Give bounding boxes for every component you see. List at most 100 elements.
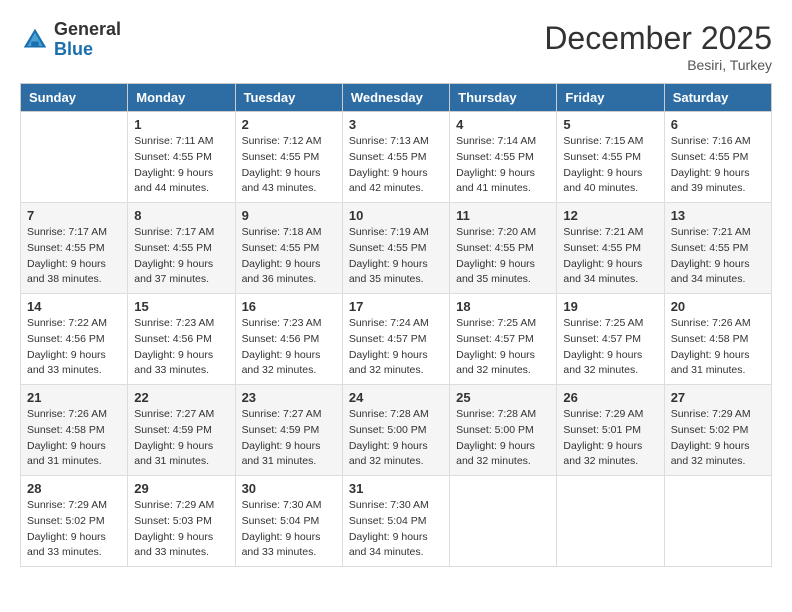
sunrise: Sunrise: 7:26 AM [27, 408, 107, 420]
daylight: Daylight: 9 hours and 33 minutes. [134, 531, 213, 559]
day-number: 26 [563, 390, 657, 405]
sunrise: Sunrise: 7:17 AM [134, 226, 214, 238]
day-info: Sunrise: 7:30 AM Sunset: 5:04 PM Dayligh… [349, 498, 443, 561]
day-number: 13 [671, 208, 765, 223]
sunset: Sunset: 4:55 PM [27, 242, 105, 254]
column-header-saturday: Saturday [664, 84, 771, 112]
sunset: Sunset: 4:56 PM [134, 333, 212, 345]
sunset: Sunset: 4:59 PM [242, 424, 320, 436]
day-info: Sunrise: 7:23 AM Sunset: 4:56 PM Dayligh… [242, 316, 336, 379]
daylight: Daylight: 9 hours and 42 minutes. [349, 167, 428, 195]
day-info: Sunrise: 7:29 AM Sunset: 5:03 PM Dayligh… [134, 498, 228, 561]
daylight: Daylight: 9 hours and 31 minutes. [671, 349, 750, 377]
day-number: 2 [242, 117, 336, 132]
sunset: Sunset: 4:55 PM [242, 151, 320, 163]
day-number: 19 [563, 299, 657, 314]
sunrise: Sunrise: 7:22 AM [27, 317, 107, 329]
calendar-cell: 13 Sunrise: 7:21 AM Sunset: 4:55 PM Dayl… [664, 203, 771, 294]
sunrise: Sunrise: 7:30 AM [242, 499, 322, 511]
sunrise: Sunrise: 7:23 AM [242, 317, 322, 329]
sunset: Sunset: 4:55 PM [456, 151, 534, 163]
day-info: Sunrise: 7:11 AM Sunset: 4:55 PM Dayligh… [134, 134, 228, 197]
calendar-cell: 16 Sunrise: 7:23 AM Sunset: 4:56 PM Dayl… [235, 294, 342, 385]
sunrise: Sunrise: 7:19 AM [349, 226, 429, 238]
logo-blue-text: Blue [54, 40, 121, 60]
day-info: Sunrise: 7:27 AM Sunset: 4:59 PM Dayligh… [134, 407, 228, 470]
sunrise: Sunrise: 7:29 AM [563, 408, 643, 420]
calendar-cell [21, 112, 128, 203]
sunset: Sunset: 4:55 PM [134, 242, 212, 254]
sunset: Sunset: 4:55 PM [349, 151, 427, 163]
page-header: General Blue December 2025 Besiri, Turke… [20, 20, 772, 73]
sunrise: Sunrise: 7:26 AM [671, 317, 751, 329]
day-info: Sunrise: 7:24 AM Sunset: 4:57 PM Dayligh… [349, 316, 443, 379]
day-number: 3 [349, 117, 443, 132]
title-block: December 2025 Besiri, Turkey [544, 20, 772, 73]
sunset: Sunset: 4:56 PM [242, 333, 320, 345]
sunset: Sunset: 5:00 PM [349, 424, 427, 436]
day-info: Sunrise: 7:17 AM Sunset: 4:55 PM Dayligh… [27, 225, 121, 288]
logo-icon [20, 25, 50, 55]
sunset: Sunset: 5:04 PM [349, 515, 427, 527]
sunrise: Sunrise: 7:29 AM [134, 499, 214, 511]
sunrise: Sunrise: 7:25 AM [456, 317, 536, 329]
calendar-cell: 28 Sunrise: 7:29 AM Sunset: 5:02 PM Dayl… [21, 476, 128, 567]
day-info: Sunrise: 7:23 AM Sunset: 4:56 PM Dayligh… [134, 316, 228, 379]
calendar-cell: 5 Sunrise: 7:15 AM Sunset: 4:55 PM Dayli… [557, 112, 664, 203]
day-info: Sunrise: 7:27 AM Sunset: 4:59 PM Dayligh… [242, 407, 336, 470]
sunset: Sunset: 4:55 PM [456, 242, 534, 254]
daylight: Daylight: 9 hours and 35 minutes. [349, 258, 428, 286]
sunset: Sunset: 4:57 PM [349, 333, 427, 345]
sunset: Sunset: 4:56 PM [27, 333, 105, 345]
column-header-thursday: Thursday [450, 84, 557, 112]
calendar-cell: 2 Sunrise: 7:12 AM Sunset: 4:55 PM Dayli… [235, 112, 342, 203]
location: Besiri, Turkey [544, 57, 772, 73]
sunset: Sunset: 4:55 PM [563, 151, 641, 163]
daylight: Daylight: 9 hours and 32 minutes. [456, 349, 535, 377]
calendar-cell: 4 Sunrise: 7:14 AM Sunset: 4:55 PM Dayli… [450, 112, 557, 203]
day-info: Sunrise: 7:28 AM Sunset: 5:00 PM Dayligh… [349, 407, 443, 470]
calendar-cell [557, 476, 664, 567]
daylight: Daylight: 9 hours and 31 minutes. [27, 440, 106, 468]
calendar-cell: 3 Sunrise: 7:13 AM Sunset: 4:55 PM Dayli… [342, 112, 449, 203]
day-number: 1 [134, 117, 228, 132]
daylight: Daylight: 9 hours and 32 minutes. [456, 440, 535, 468]
day-info: Sunrise: 7:30 AM Sunset: 5:04 PM Dayligh… [242, 498, 336, 561]
sunrise: Sunrise: 7:27 AM [242, 408, 322, 420]
column-header-sunday: Sunday [21, 84, 128, 112]
day-number: 15 [134, 299, 228, 314]
sunset: Sunset: 4:55 PM [671, 242, 749, 254]
sunrise: Sunrise: 7:27 AM [134, 408, 214, 420]
day-number: 24 [349, 390, 443, 405]
day-number: 5 [563, 117, 657, 132]
day-number: 17 [349, 299, 443, 314]
column-header-friday: Friday [557, 84, 664, 112]
sunrise: Sunrise: 7:28 AM [349, 408, 429, 420]
day-number: 20 [671, 299, 765, 314]
sunrise: Sunrise: 7:21 AM [563, 226, 643, 238]
day-number: 27 [671, 390, 765, 405]
calendar-cell: 12 Sunrise: 7:21 AM Sunset: 4:55 PM Dayl… [557, 203, 664, 294]
daylight: Daylight: 9 hours and 32 minutes. [563, 349, 642, 377]
day-number: 28 [27, 481, 121, 496]
day-number: 18 [456, 299, 550, 314]
calendar-cell: 9 Sunrise: 7:18 AM Sunset: 4:55 PM Dayli… [235, 203, 342, 294]
logo-general-text: General [54, 20, 121, 40]
day-number: 21 [27, 390, 121, 405]
sunrise: Sunrise: 7:30 AM [349, 499, 429, 511]
sunrise: Sunrise: 7:20 AM [456, 226, 536, 238]
calendar-cell: 21 Sunrise: 7:26 AM Sunset: 4:58 PM Dayl… [21, 385, 128, 476]
daylight: Daylight: 9 hours and 33 minutes. [242, 531, 321, 559]
daylight: Daylight: 9 hours and 41 minutes. [456, 167, 535, 195]
day-info: Sunrise: 7:19 AM Sunset: 4:55 PM Dayligh… [349, 225, 443, 288]
daylight: Daylight: 9 hours and 34 minutes. [563, 258, 642, 286]
day-number: 30 [242, 481, 336, 496]
daylight: Daylight: 9 hours and 32 minutes. [349, 349, 428, 377]
calendar-cell: 7 Sunrise: 7:17 AM Sunset: 4:55 PM Dayli… [21, 203, 128, 294]
day-info: Sunrise: 7:15 AM Sunset: 4:55 PM Dayligh… [563, 134, 657, 197]
daylight: Daylight: 9 hours and 34 minutes. [671, 258, 750, 286]
sunset: Sunset: 4:58 PM [671, 333, 749, 345]
sunrise: Sunrise: 7:29 AM [27, 499, 107, 511]
daylight: Daylight: 9 hours and 43 minutes. [242, 167, 321, 195]
calendar-cell: 20 Sunrise: 7:26 AM Sunset: 4:58 PM Dayl… [664, 294, 771, 385]
